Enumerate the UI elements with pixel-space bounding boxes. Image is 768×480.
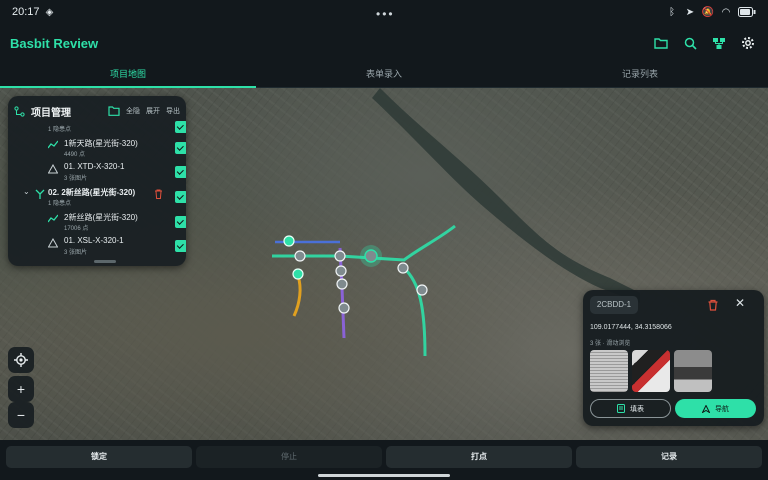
hide-all-button[interactable]: 全隐 xyxy=(126,106,140,116)
project-panel: 项目管理 全隐 展开 导出 1 隐患点 1新天路(星光街-320) 4490 点… xyxy=(8,96,186,266)
photo-thumbnail[interactable] xyxy=(632,350,670,392)
zoom-in-button[interactable]: + xyxy=(8,376,34,402)
row-subtitle: 3 张图片 xyxy=(64,176,88,182)
coordinate-text: 109.0177444, 34.3158066 xyxy=(590,324,672,331)
visibility-checkbox[interactable] xyxy=(175,121,186,133)
chevron-down-icon[interactable]: ⌄ xyxy=(23,187,30,196)
tab-record-list[interactable]: 记录列表 xyxy=(512,62,768,87)
lock-button[interactable]: 锁定 xyxy=(6,446,192,468)
row-title: 1新天路(星光街-320) xyxy=(64,139,138,148)
route-orange xyxy=(292,275,302,317)
tab-bar: 项目地图 表单录入 记录列表 xyxy=(0,62,768,88)
row-title: 02. 2新丝路(星光街-320) xyxy=(48,188,136,197)
row-subtitle: 17006 点 xyxy=(64,226,89,232)
point-code-badge: 2CBDD-1 xyxy=(590,296,638,314)
locate-button[interactable] xyxy=(8,347,34,373)
navigation-arrow-icon xyxy=(702,404,710,413)
row-title: 01. XSL-X-320-1 xyxy=(64,236,124,245)
panel-title: 项目管理 xyxy=(31,107,71,119)
mute-bell-icon: 🔕 xyxy=(701,6,715,18)
search-icon[interactable] xyxy=(682,35,698,51)
photo-count-text: 3 张 · 滑动浏览 xyxy=(590,341,631,347)
add-folder-icon[interactable] xyxy=(108,105,120,117)
visibility-checkbox[interactable] xyxy=(175,240,186,252)
mark-point-button[interactable]: 打点 xyxy=(386,446,572,468)
zoom-out-button[interactable]: − xyxy=(8,402,34,428)
list-item[interactable]: 01. XSL-X-320-1 3 张图片 xyxy=(8,234,186,258)
gear-icon[interactable] xyxy=(740,35,756,51)
warning-triangle-icon xyxy=(48,238,58,248)
status-bar: 20:17 ◈ ••• ᛒ ➤ 🔕 ◠ xyxy=(0,0,768,24)
crosshair-icon xyxy=(14,353,28,367)
photo-thumbnail[interactable] xyxy=(590,350,628,392)
fill-form-button[interactable]: 填表 xyxy=(590,399,671,418)
list-item[interactable]: 1新天路(星光街-320) 4490 点 xyxy=(8,136,186,160)
row-subtitle: 1 隐患点 xyxy=(48,201,72,207)
navigate-button[interactable]: 导航 xyxy=(675,399,756,418)
visibility-checkbox[interactable] xyxy=(175,191,186,203)
row-subtitle: 1 隐患点 xyxy=(48,127,72,133)
record-button[interactable]: 记录 xyxy=(576,446,762,468)
list-item[interactable]: 2新丝路(星光街-320) 17006 点 xyxy=(8,210,186,234)
track-line-icon xyxy=(48,140,58,149)
network-icon[interactable] xyxy=(711,35,727,51)
tab-project-map[interactable]: 项目地图 xyxy=(0,62,256,88)
wifi-icon: ◠ xyxy=(721,6,731,18)
navigate-label: 导航 xyxy=(715,405,729,413)
list-item[interactable]: ⌄ 02. 2新丝路(星光街-320) 1 隐患点 xyxy=(8,185,186,209)
project-tree-icon xyxy=(14,105,25,117)
battery-icon xyxy=(738,6,756,18)
app-bar: Basbit Review xyxy=(0,24,768,62)
trash-icon[interactable] xyxy=(154,189,163,199)
river xyxy=(372,88,640,303)
row-title: 2新丝路(星光街-320) xyxy=(64,213,138,222)
fill-form-label: 填表 xyxy=(630,405,644,413)
branch-icon xyxy=(35,189,45,199)
app-title: Basbit Review xyxy=(10,35,99,51)
track-line-icon xyxy=(48,214,58,223)
status-time: 20:17 xyxy=(12,6,40,18)
bluetooth-icon: ᛒ xyxy=(669,6,675,18)
tab-form-entry[interactable]: 表单录入 xyxy=(256,62,512,87)
multitask-dots[interactable]: ••• xyxy=(376,7,395,21)
bottom-action-bar: 锁定 停止 打点 记录 xyxy=(0,440,768,480)
visibility-checkbox[interactable] xyxy=(175,216,186,228)
selected-marker xyxy=(364,249,378,263)
panel-resize-handle[interactable] xyxy=(94,260,116,263)
stop-button[interactable]: 停止 xyxy=(196,446,382,468)
row-subtitle: 4490 点 xyxy=(64,152,86,158)
document-icon xyxy=(617,404,625,413)
close-icon[interactable]: ✕ xyxy=(735,296,745,310)
expand-button[interactable]: 展开 xyxy=(146,106,160,116)
row-title: 01. XTD-X-320-1 xyxy=(64,162,125,171)
point-info-card: 2CBDD-1 ✕ 109.0177444, 34.3158066 3 张 · … xyxy=(583,290,764,426)
row-subtitle: 3 张图片 xyxy=(64,250,88,256)
home-indicator[interactable] xyxy=(318,474,450,477)
visibility-checkbox[interactable] xyxy=(175,166,186,178)
warning-triangle-icon xyxy=(48,164,58,174)
export-button[interactable]: 导出 xyxy=(166,106,180,116)
location-icon: ➤ xyxy=(685,6,695,18)
list-item[interactable]: 01. XTD-X-320-1 3 张图片 xyxy=(8,160,186,184)
nav-arrow-icon: ◈ xyxy=(45,6,54,18)
trash-icon[interactable] xyxy=(707,299,719,311)
folder-icon[interactable] xyxy=(653,35,669,51)
photo-thumbnail[interactable] xyxy=(674,350,712,392)
visibility-checkbox[interactable] xyxy=(175,142,186,154)
